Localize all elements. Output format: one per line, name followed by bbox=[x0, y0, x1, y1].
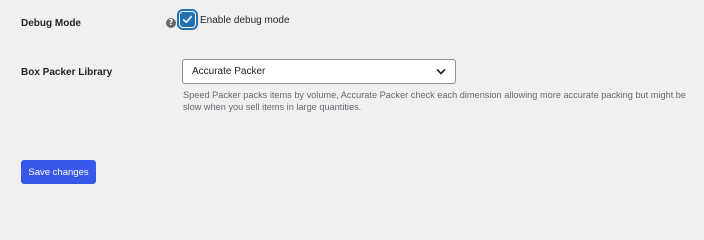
help-icon-glyph: ? bbox=[168, 18, 174, 27]
debug-mode-checkbox[interactable] bbox=[180, 12, 195, 27]
box-packer-select[interactable]: Accurate Packer bbox=[182, 59, 456, 84]
help-icon[interactable]: ? bbox=[166, 18, 176, 28]
debug-mode-label: Debug Mode bbox=[21, 18, 81, 29]
box-packer-selected-value: Accurate Packer bbox=[192, 66, 266, 77]
checkmark-icon bbox=[182, 15, 193, 24]
box-packer-description: Speed Packer packs items by volume, Accu… bbox=[183, 90, 687, 112]
chevron-down-icon bbox=[436, 69, 446, 75]
save-changes-button[interactable]: Save changes bbox=[21, 160, 96, 184]
box-packer-label: Box Packer Library bbox=[21, 67, 113, 78]
debug-mode-checkbox-label[interactable]: Enable debug mode bbox=[200, 15, 290, 26]
